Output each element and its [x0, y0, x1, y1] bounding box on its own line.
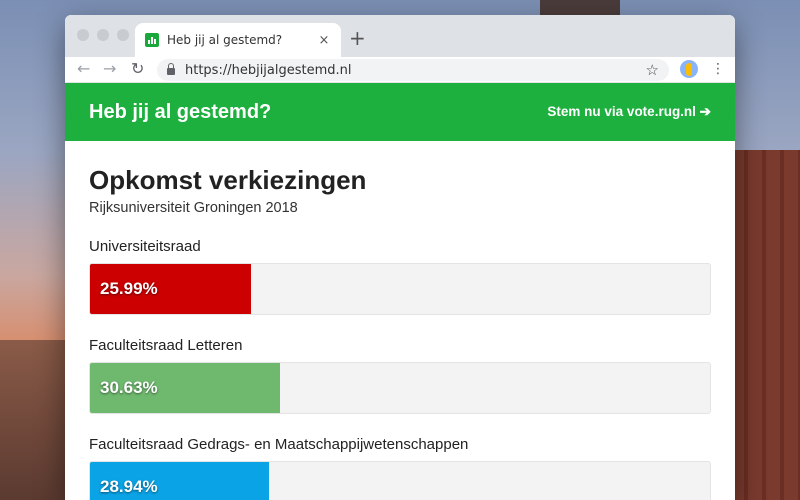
progress-fill: 30.63% — [90, 363, 280, 413]
browser-window: Heb jij al gestemd? × + ← → ↻ https://he… — [65, 15, 735, 500]
turnout-row: Faculteitsraad Gedrags- en Maatschappijw… — [89, 436, 711, 500]
background-building — [0, 340, 70, 500]
percentage-text: 28.94% — [100, 477, 158, 496]
window-controls — [77, 29, 129, 41]
vote-link[interactable]: Stem nu via vote.rug.nl ➔ — [547, 104, 711, 120]
lock-icon — [167, 63, 175, 75]
bar-chart-icon — [145, 33, 159, 47]
turnout-label: Universiteitsraad — [89, 238, 201, 255]
site-title: Heb jij al gestemd? — [89, 100, 272, 123]
background-building — [730, 150, 800, 500]
turnout-row: Universiteitsraad 25.99% — [89, 238, 711, 315]
new-tab-button[interactable]: + — [349, 26, 366, 50]
page-subtitle: Rijksuniversiteit Groningen 2018 — [89, 200, 298, 216]
progress-track: 30.63% — [89, 362, 711, 414]
menu-icon[interactable]: ⋮ — [711, 60, 725, 78]
maximize-window-button[interactable] — [117, 29, 129, 41]
browser-tab[interactable]: Heb jij al gestemd? × — [135, 23, 341, 57]
percentage-text: 25.99% — [100, 279, 158, 298]
tab-strip: Heb jij al gestemd? × + — [65, 15, 735, 57]
close-window-button[interactable] — [77, 29, 89, 41]
page-title: Opkomst verkiezingen — [89, 165, 367, 195]
progress-fill: 25.99% — [90, 264, 252, 314]
turnout-row: Faculteitsraad Letteren 30.63% — [89, 337, 711, 414]
browser-toolbar: ← → ↻ https://hebjijalgestemd.nl ☆ ⋮ — [65, 57, 735, 83]
profile-icon[interactable] — [680, 60, 698, 78]
reload-icon[interactable]: ↻ — [131, 59, 144, 78]
progress-fill: 28.94% — [90, 462, 270, 500]
tab-title: Heb jij al gestemd? — [167, 33, 283, 47]
address-bar[interactable]: https://hebjijalgestemd.nl ☆ — [157, 59, 669, 81]
turnout-label: Faculteitsraad Gedrags- en Maatschappijw… — [89, 436, 469, 453]
close-icon[interactable]: × — [317, 33, 331, 48]
url-text[interactable]: https://hebjijalgestemd.nl — [185, 63, 646, 78]
minimize-window-button[interactable] — [97, 29, 109, 41]
forward-arrow-icon[interactable]: → — [103, 59, 116, 78]
star-icon[interactable]: ☆ — [646, 61, 659, 79]
percentage-text: 30.63% — [100, 378, 158, 397]
back-arrow-icon[interactable]: ← — [77, 59, 90, 78]
turnout-label: Faculteitsraad Letteren — [89, 337, 243, 354]
progress-track: 28.94% — [89, 461, 711, 500]
main-content: Opkomst verkiezingen Rijksuniversiteit G… — [65, 141, 735, 500]
progress-track: 25.99% — [89, 263, 711, 315]
site-header: Heb jij al gestemd? Stem nu via vote.rug… — [65, 83, 735, 141]
